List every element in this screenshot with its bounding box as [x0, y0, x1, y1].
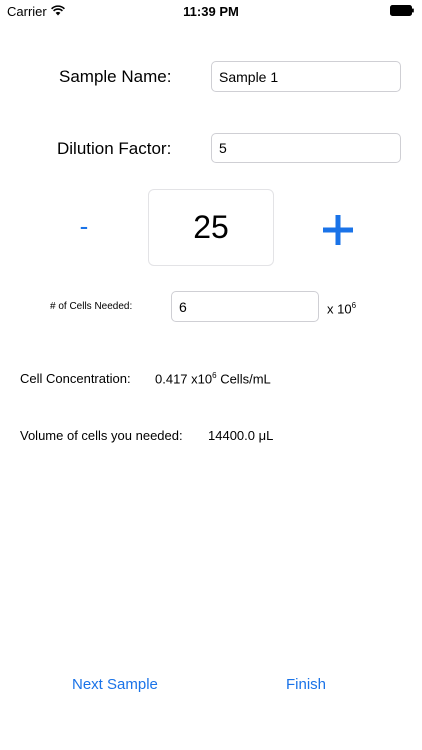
status-bar: Carrier 11:39 PM — [0, 0, 422, 22]
plus-icon — [323, 215, 353, 245]
concentration-exponent: 6 — [212, 371, 217, 380]
status-time: 11:39 PM — [183, 4, 239, 19]
cell-concentration-value: 0.417 x106 Cells/mL — [155, 371, 271, 386]
dilution-factor-label: Dilution Factor: — [57, 139, 172, 158]
cell-concentration-label: Cell Concentration: — [20, 371, 131, 386]
count-display: 25 — [148, 189, 274, 266]
concentration-number: 0.417 x10 — [155, 371, 213, 387]
sample-name-field[interactable]: Sample 1 — [211, 61, 401, 92]
sample-name-value: Sample 1 — [219, 68, 279, 85]
cells-needed-value: 6 — [179, 298, 187, 315]
cells-needed-unit: x 106 — [327, 301, 356, 316]
battery-icon — [390, 5, 414, 16]
cells-needed-unit-base: x 10 — [327, 301, 352, 317]
volume-label: Volume of cells you needed: — [20, 428, 183, 443]
decrement-button[interactable]: - — [76, 211, 92, 241]
sample-name-label: Sample Name: — [59, 67, 172, 86]
dilution-factor-field[interactable]: 5 — [211, 133, 401, 163]
next-sample-button[interactable]: Next Sample — [72, 676, 158, 693]
count-value: 25 — [193, 209, 229, 245]
cells-needed-unit-exponent: 6 — [351, 301, 357, 310]
cells-needed-field[interactable]: 6 — [171, 291, 319, 322]
finish-button[interactable]: Finish — [286, 676, 326, 693]
concentration-unit: Cells/mL — [220, 371, 271, 387]
increment-button[interactable] — [320, 212, 356, 248]
volume-value: 14400.0 μL — [208, 428, 274, 443]
cells-needed-label: # of Cells Needed: — [50, 301, 133, 312]
dilution-factor-value: 5 — [219, 140, 227, 156]
